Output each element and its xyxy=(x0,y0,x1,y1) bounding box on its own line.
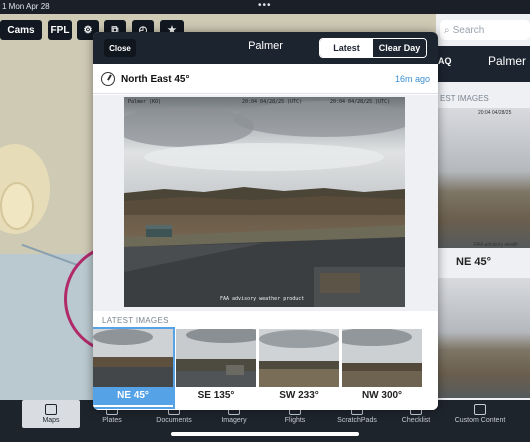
side-image-footer: FAA advisory weath xyxy=(474,242,518,248)
search-icon: ⌕ xyxy=(444,24,450,36)
search-input[interactable]: ⌕ Search xyxy=(440,20,530,40)
side-panel-header: AQ Palmer xyxy=(436,46,530,82)
camera-age: 16m ago xyxy=(394,74,430,84)
view-segmented-control: Latest Clear Day xyxy=(319,38,427,58)
thumb-se[interactable]: SE 135° xyxy=(176,329,256,407)
camera-image[interactable]: Palmer (KO) 20:04 04/28/25 (UTC) 20:04 0… xyxy=(124,97,405,307)
side-image-stamp: 20:04 04/28/25 xyxy=(478,110,512,116)
side-camera-caption: NE 45° xyxy=(438,250,530,276)
status-time: 1 Mon Apr 28 xyxy=(2,2,50,11)
modal-header: Close Palmer Latest Clear Day xyxy=(93,32,438,64)
tab-label: ScratchPads xyxy=(337,417,377,424)
thumb-sw[interactable]: SW 233° xyxy=(259,329,339,407)
side-camera-image[interactable]: 20:04 04/28/25 FAA advisory weath xyxy=(438,108,530,248)
multitask-dots[interactable]: ••• xyxy=(258,0,272,11)
camera-name: North East 45° xyxy=(121,74,190,85)
thumb-image xyxy=(176,329,256,387)
thumb-label: SW 233° xyxy=(279,390,319,401)
custom-content-icon xyxy=(474,404,486,415)
camera-scene xyxy=(124,97,405,307)
tab-label: Checklist xyxy=(401,417,431,424)
image-stamp-time: 20:04 04/28/25 (UTC) xyxy=(242,99,303,105)
tab-custom-content[interactable]: Custom Content xyxy=(448,400,512,428)
image-footer: FAA advisory weather product xyxy=(220,296,305,302)
camera-image-area: Palmer (KO) 20:04 04/28/25 (UTC) 20:04 0… xyxy=(93,95,438,311)
tab-maps[interactable]: Maps xyxy=(22,400,80,428)
tab-label: Imagery xyxy=(221,417,247,424)
tab-label: Custom Content xyxy=(454,417,506,424)
compass-icon xyxy=(101,72,115,86)
thumb-ne[interactable]: NE 45° xyxy=(93,327,175,409)
tab-label: Documents xyxy=(156,417,192,424)
thumb-label: SE 135° xyxy=(197,390,235,401)
thumb-label: NE 45° xyxy=(93,387,173,405)
home-indicator[interactable] xyxy=(171,432,359,436)
cams-button[interactable]: Cams xyxy=(0,20,42,40)
segment-latest[interactable]: Latest xyxy=(320,39,373,57)
thumb-label: NW 300° xyxy=(361,390,403,401)
thumb-nw[interactable]: NW 300° xyxy=(342,329,422,407)
map-icon xyxy=(45,404,57,415)
camera-row[interactable]: North East 45° 16m ago xyxy=(93,64,438,94)
image-stamp-time-2: 20:04 04/28/25 (UTC) xyxy=(330,99,391,105)
gear-icon: ⚙ xyxy=(83,24,93,36)
search-placeholder: Search xyxy=(452,24,485,36)
latest-images-strip: NE 45° SE 135° SW 233° NW 300° xyxy=(93,327,438,410)
thumb-image xyxy=(342,329,422,387)
airport-code: AQ xyxy=(438,56,452,66)
side-latest-images-label: EST IMAGES xyxy=(440,94,489,103)
thumb-image xyxy=(93,329,173,387)
thumb-image xyxy=(259,329,339,387)
app-root: 1 Mon Apr 28 ••• Cams FPL ⚙ ⧉ ◴ ★ ⌕ Sear… xyxy=(0,0,530,442)
fpl-button[interactable]: FPL xyxy=(48,20,72,40)
tab-label: Flights xyxy=(284,417,306,424)
webcam-modal: Close Palmer Latest Clear Day North East… xyxy=(93,32,438,410)
tab-label: Plates xyxy=(102,417,122,424)
tab-label: Maps xyxy=(42,417,60,424)
latest-images-label: LATEST IMAGES xyxy=(102,316,169,325)
airport-name: Palmer xyxy=(488,54,527,68)
airport-marker[interactable] xyxy=(0,182,34,230)
status-bar: 1 Mon Apr 28 ••• xyxy=(0,0,530,14)
segment-clear-day[interactable]: Clear Day xyxy=(373,39,426,57)
image-stamp-location: Palmer (KO) xyxy=(128,99,162,105)
side-camera-image-2[interactable] xyxy=(438,278,530,398)
airport-side-panel: ⌕ Search AQ Palmer EST IMAGES 20:04 04/2… xyxy=(436,14,530,400)
